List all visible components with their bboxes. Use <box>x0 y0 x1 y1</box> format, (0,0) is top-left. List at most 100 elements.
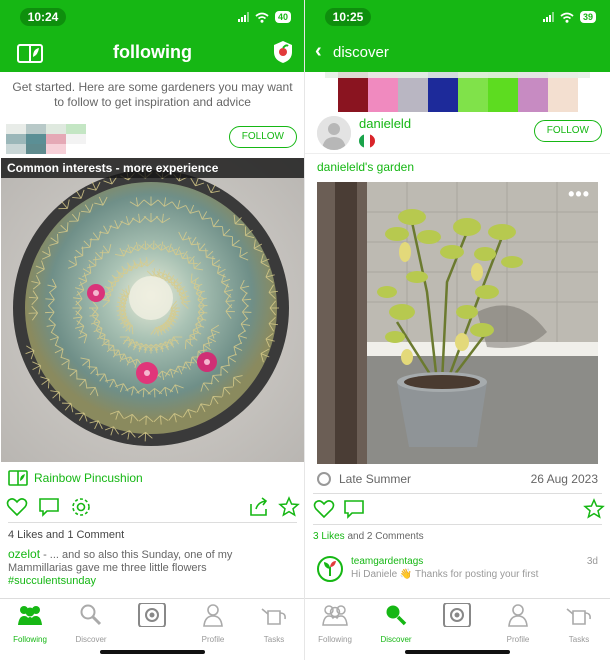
season-sun-icon <box>317 472 331 486</box>
tab-label: Discover <box>75 635 107 644</box>
comment-icon[interactable] <box>343 498 365 520</box>
cactus-flower <box>136 362 158 384</box>
intro-text: Get started. Here are some gardeners you… <box>12 80 293 109</box>
tab-camera[interactable] <box>427 602 487 643</box>
comment-preview[interactable]: ozelot - ... and so also this Sunday, on… <box>0 541 305 588</box>
likes-summary[interactable]: 3 Likes and 2 Comments <box>305 525 610 542</box>
pixelated-avatar <box>6 124 86 154</box>
tab-label: Discover <box>380 635 412 644</box>
tab-following[interactable]: Following <box>0 603 60 644</box>
plant-name: Rainbow Pincushion <box>34 471 143 485</box>
status-icons: 39 <box>542 11 596 23</box>
home-indicator <box>405 650 510 654</box>
author-username[interactable]: danieleld <box>359 116 411 131</box>
basil-plant-image <box>317 182 598 464</box>
tab-label: Following <box>318 635 352 644</box>
garden-title[interactable]: danieleld's garden <box>305 154 610 182</box>
status-time: 10:24 <box>20 8 66 26</box>
likes-count[interactable]: 4 Likes and 1 Comment <box>0 523 305 541</box>
tab-discover[interactable]: Discover <box>61 603 121 644</box>
status-bar: 10:24 40 <box>0 0 305 34</box>
post-author-row: danieleld FOLLOW <box>305 112 610 154</box>
plant-book-icon <box>8 470 28 486</box>
comment-user[interactable]: ozelot <box>8 547 40 561</box>
tab-profile[interactable]: Profile <box>488 603 548 644</box>
wifi-icon <box>255 12 269 23</box>
page-title: following <box>113 42 192 62</box>
tab-discover[interactable]: Discover <box>366 603 426 644</box>
people-icon <box>322 605 348 626</box>
comment-text: Hi Daniele 👋 Thanks for posting your fir… <box>351 569 539 580</box>
cactus-flower <box>197 352 217 372</box>
common-interests-banner: Common interests - more experience <box>1 158 304 178</box>
tab-camera[interactable] <box>122 602 182 643</box>
likes-count[interactable]: 3 Likes <box>313 531 345 542</box>
tab-label: Tasks <box>263 635 285 644</box>
comments-count: and 2 Comments <box>344 531 424 542</box>
tab-following[interactable]: Following <box>305 603 365 644</box>
camera-icon <box>443 602 471 628</box>
comment-age: 3d <box>586 556 598 567</box>
post-actions <box>0 492 305 522</box>
comment-icon[interactable] <box>38 496 60 518</box>
badge-shield-icon[interactable] <box>273 40 293 64</box>
star-icon[interactable] <box>278 496 300 518</box>
tab-label: Profile <box>506 635 530 644</box>
battery-indicator: 39 <box>579 11 596 23</box>
pixelated-image-strip <box>305 72 610 112</box>
magnifier-icon <box>386 605 407 626</box>
wifi-icon <box>560 12 574 23</box>
nav-bar: ‹ discover <box>305 34 610 72</box>
camera-icon <box>138 602 166 628</box>
home-indicator <box>100 650 205 654</box>
tab-tasks[interactable]: Tasks <box>549 603 609 644</box>
pixelated-fade <box>325 72 590 78</box>
default-avatar-icon <box>317 116 351 150</box>
follow-button[interactable]: FOLLOW <box>533 120 602 142</box>
tab-tasks[interactable]: Tasks <box>244 603 304 644</box>
comment-user[interactable]: teamgardentags <box>351 556 423 567</box>
post-date: 26 Aug 2023 <box>530 472 598 486</box>
cell-signal-icon <box>237 12 249 22</box>
tab-label: Tasks <box>568 635 590 644</box>
follow-button[interactable]: FOLLOW <box>228 126 297 148</box>
heart-icon[interactable] <box>6 496 28 518</box>
plant-label-row[interactable]: Rainbow Pincushion <box>0 466 305 492</box>
plant-photo[interactable]: ••• <box>317 182 598 464</box>
comment-text: - ... and so also this Sunday, one of my… <box>8 549 233 574</box>
tab-bar: Following Discover Profile Tasks <box>305 598 610 660</box>
heart-icon[interactable] <box>313 498 335 520</box>
post-meta-row: Late Summer 26 Aug 2023 <box>313 464 602 494</box>
status-time: 10:25 <box>325 8 371 26</box>
watering-can-icon <box>566 608 591 625</box>
season-label: Late Summer <box>339 472 412 486</box>
phone-following-feed: 10:24 40 following Get started. Here are… <box>0 0 305 660</box>
suggested-gardener-row: FOLLOW <box>0 120 305 158</box>
settings-gear-icon[interactable] <box>70 496 92 518</box>
tab-profile[interactable]: Profile <box>183 603 243 644</box>
magnifier-icon <box>80 604 102 626</box>
more-options-icon[interactable]: ••• <box>568 184 590 205</box>
hashtag-link[interactable]: #succulentsunday <box>8 575 96 587</box>
post-actions <box>305 494 610 524</box>
cactus-flower <box>87 284 105 302</box>
tab-bar: Following Discover Profile Tasks <box>0 598 305 660</box>
team-logo-icon <box>324 561 336 576</box>
battery-indicator: 40 <box>274 11 291 23</box>
cactus-image <box>1 158 304 462</box>
comment-item[interactable]: teamgardentags 3d Hi Daniele 👋 Thanks fo… <box>305 556 610 584</box>
people-icon <box>18 606 42 625</box>
star-icon[interactable] <box>583 498 605 520</box>
avatar[interactable] <box>317 116 351 150</box>
status-bar: 10:25 39 <box>305 0 610 34</box>
person-icon <box>508 604 528 627</box>
tab-label: Following <box>13 635 47 644</box>
back-button-label[interactable]: discover <box>333 44 389 61</box>
commenter-avatar[interactable] <box>317 556 343 582</box>
cell-signal-icon <box>542 12 554 22</box>
watering-can-icon <box>261 608 286 625</box>
chevron-left-icon[interactable]: ‹ <box>315 40 322 63</box>
status-icons: 40 <box>237 11 291 23</box>
cactus-photo[interactable]: Common interests - more experience <box>1 158 304 462</box>
share-icon[interactable] <box>248 496 270 518</box>
